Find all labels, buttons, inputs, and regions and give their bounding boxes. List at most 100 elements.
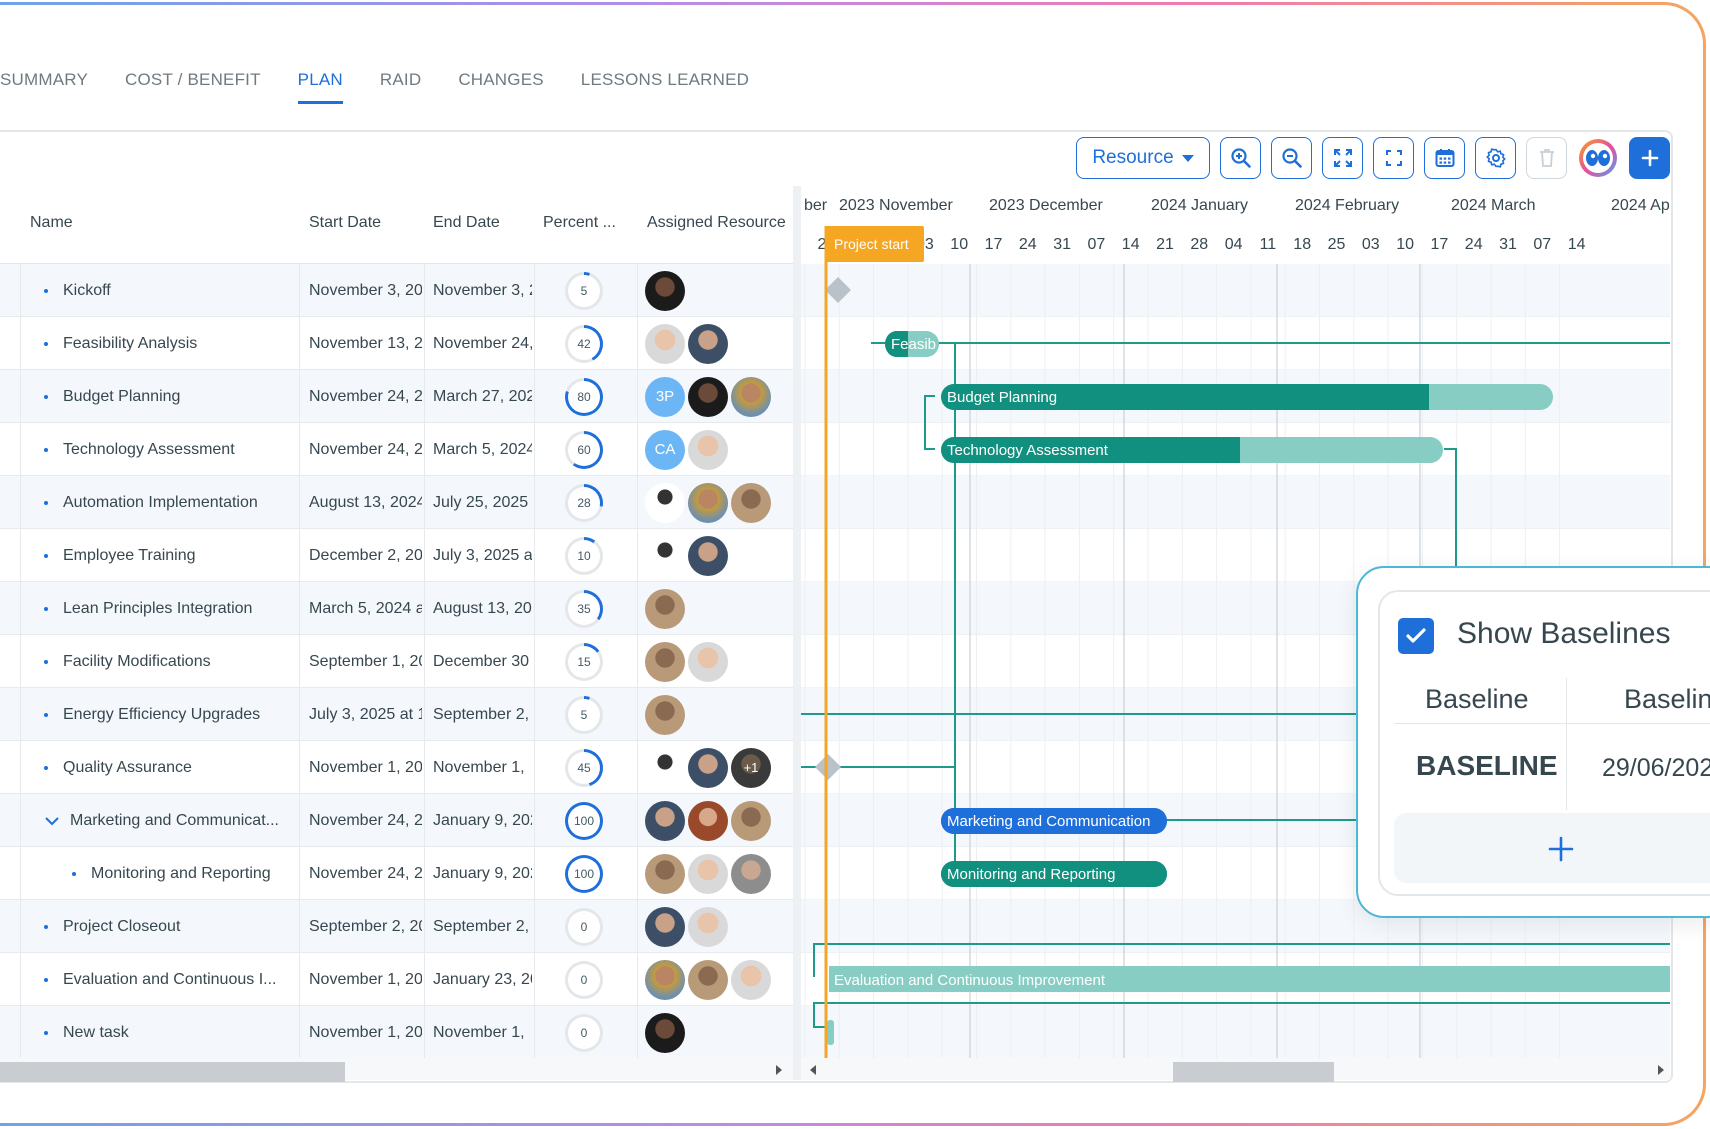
table-row[interactable]: Marketing and Communicat... November 24, … [0, 794, 793, 847]
scroll-left-icon[interactable] [808, 1064, 818, 1076]
avatar[interactable] [645, 482, 685, 523]
avatar[interactable] [688, 959, 728, 1000]
cell-end-date[interactable]: March 5, 2024 [433, 423, 532, 476]
cell-start-date[interactable]: July 3, 2025 at 1 [309, 688, 422, 741]
cell-end-date[interactable]: September 2, [433, 900, 532, 953]
cell-start-date[interactable]: November 13, 2023 [309, 317, 422, 370]
task-name[interactable]: Lean Principles Integration [63, 600, 252, 618]
table-row[interactable]: Lean Principles Integration March 5, 2024… [0, 582, 793, 635]
column-header-end-date[interactable]: End Date [433, 214, 533, 232]
table-row[interactable]: Project Closeout September 2, 2025Septemb… [0, 900, 793, 953]
task-name[interactable]: Marketing and Communicat... [70, 812, 279, 830]
table-row[interactable]: Energy Efficiency Upgrades July 3, 2025 a… [0, 688, 793, 741]
avatar[interactable] [645, 906, 685, 947]
task-name[interactable]: Evaluation and Continuous I... [63, 971, 276, 989]
column-header-start-date[interactable]: Start Date [309, 214, 419, 232]
task-name[interactable]: Facility Modifications [63, 653, 211, 671]
avatar[interactable] [645, 270, 685, 311]
avatar[interactable] [731, 800, 771, 841]
grid-gantt-splitter[interactable] [793, 186, 801, 1080]
cell-start-date[interactable]: November 1, 2023 [309, 741, 422, 794]
avatar[interactable] [645, 641, 685, 682]
cell-end-date[interactable]: December 30 [433, 635, 532, 688]
zoom-out-button[interactable] [1271, 137, 1312, 179]
tab-lessons-learned[interactable]: LESSONS LEARNED [581, 70, 749, 104]
avatar-initials[interactable]: CA [645, 429, 685, 470]
cell-end-date[interactable]: November 1, [433, 1006, 532, 1059]
task-name[interactable]: Technology Assessment [63, 441, 235, 459]
avatar[interactable] [645, 535, 685, 576]
add-baseline-button[interactable] [1394, 813, 1710, 883]
task-name[interactable]: Monitoring and Reporting [91, 865, 271, 883]
scroll-right-icon[interactable] [774, 1064, 784, 1076]
column-header-percent[interactable]: Percent ... [543, 214, 633, 232]
table-row[interactable]: Monitoring and Reporting November 24, 202… [0, 847, 793, 900]
avatar[interactable] [645, 588, 685, 629]
cell-end-date[interactable]: August 13, 2024 [433, 582, 532, 635]
zoom-in-button[interactable] [1220, 137, 1261, 179]
cell-start-date[interactable]: September 2, 2025 [309, 900, 422, 953]
grid-scrollbar-thumb[interactable] [0, 1062, 345, 1082]
task-name[interactable]: Automation Implementation [63, 494, 258, 512]
avatar[interactable] [645, 323, 685, 364]
task-name[interactable]: Feasibility Analysis [63, 335, 197, 353]
cell-end-date[interactable]: January 23, 2025 [433, 953, 532, 1006]
avatar[interactable] [688, 376, 728, 417]
avatar[interactable] [688, 535, 728, 576]
avatar[interactable] [731, 853, 771, 894]
grid-horizontal-scrollbar[interactable] [0, 1058, 793, 1082]
avatar-initials[interactable]: 3P [645, 376, 685, 417]
task-name[interactable]: Energy Efficiency Upgrades [63, 706, 260, 724]
table-row[interactable]: Kickoff November 3, 2023November 3, 2023 5 [0, 264, 793, 317]
gantt-horizontal-scrollbar[interactable] [801, 1058, 1670, 1082]
cell-end-date[interactable]: January 9, 2024 [433, 794, 532, 847]
tab-changes[interactable]: CHANGES [458, 70, 543, 104]
avatar[interactable] [645, 853, 685, 894]
avatar[interactable] [688, 747, 728, 788]
fullscreen-button[interactable] [1373, 137, 1414, 179]
task-name[interactable]: Budget Planning [63, 388, 180, 406]
cell-start-date[interactable]: November 1, 2023 [309, 953, 422, 1006]
table-row[interactable]: Feasibility Analysis November 13, 2023Nov… [0, 317, 793, 370]
cell-start-date[interactable]: August 13, 2024 [309, 476, 422, 529]
table-row[interactable]: Budget Planning November 24, 2023March 27… [0, 370, 793, 423]
cell-start-date[interactable]: September 1, 2024 [309, 635, 422, 688]
avatar[interactable] [645, 747, 685, 788]
avatar[interactable] [645, 959, 685, 1000]
task-name[interactable]: Kickoff [63, 282, 111, 300]
ai-assistant-button[interactable] [1577, 137, 1619, 179]
avatar[interactable] [731, 376, 771, 417]
cell-end-date[interactable]: November 24, 2023 [433, 317, 532, 370]
expand-button[interactable] [1322, 137, 1363, 179]
cell-start-date[interactable]: November 3, 2023 [309, 264, 422, 317]
cell-end-date[interactable]: September 2, [433, 688, 532, 741]
tab-raid[interactable]: RAID [380, 70, 421, 104]
column-header-assigned-resource[interactable]: Assigned Resource [647, 214, 793, 232]
avatar-overflow[interactable]: +1 [731, 747, 771, 788]
table-row[interactable]: Automation Implementation August 13, 2024… [0, 476, 793, 529]
gantt-scrollbar-thumb[interactable] [1173, 1062, 1334, 1082]
show-baselines-label[interactable]: Show Baselines [1457, 617, 1670, 651]
cell-end-date[interactable]: March 27, 2024 [433, 370, 532, 423]
cell-end-date[interactable]: July 25, 2025 at [433, 476, 532, 529]
avatar[interactable] [688, 800, 728, 841]
avatar[interactable] [645, 694, 685, 735]
cell-start-date[interactable]: November 24, 2023 [309, 847, 422, 900]
cell-start-date[interactable]: December 2, 2023 [309, 529, 422, 582]
add-task-button[interactable] [1629, 137, 1670, 179]
table-row[interactable]: Employee Training December 2, 2023July 3,… [0, 529, 793, 582]
table-row[interactable]: Facility Modifications September 1, 2024D… [0, 635, 793, 688]
avatar[interactable] [688, 323, 728, 364]
show-baselines-checkbox[interactable] [1398, 618, 1434, 654]
task-name[interactable]: New task [63, 1024, 129, 1042]
scroll-right-icon[interactable] [1656, 1064, 1666, 1076]
avatar[interactable] [688, 906, 728, 947]
task-name[interactable]: Project Closeout [63, 918, 180, 936]
cell-end-date[interactable]: November 1, [433, 741, 532, 794]
avatar[interactable] [688, 641, 728, 682]
settings-button[interactable] [1475, 137, 1516, 179]
cell-start-date[interactable]: March 5, 2024 at [309, 582, 422, 635]
avatar[interactable] [645, 800, 685, 841]
avatar[interactable] [688, 482, 728, 523]
cell-end-date[interactable]: November 3, 2023 [433, 264, 532, 317]
